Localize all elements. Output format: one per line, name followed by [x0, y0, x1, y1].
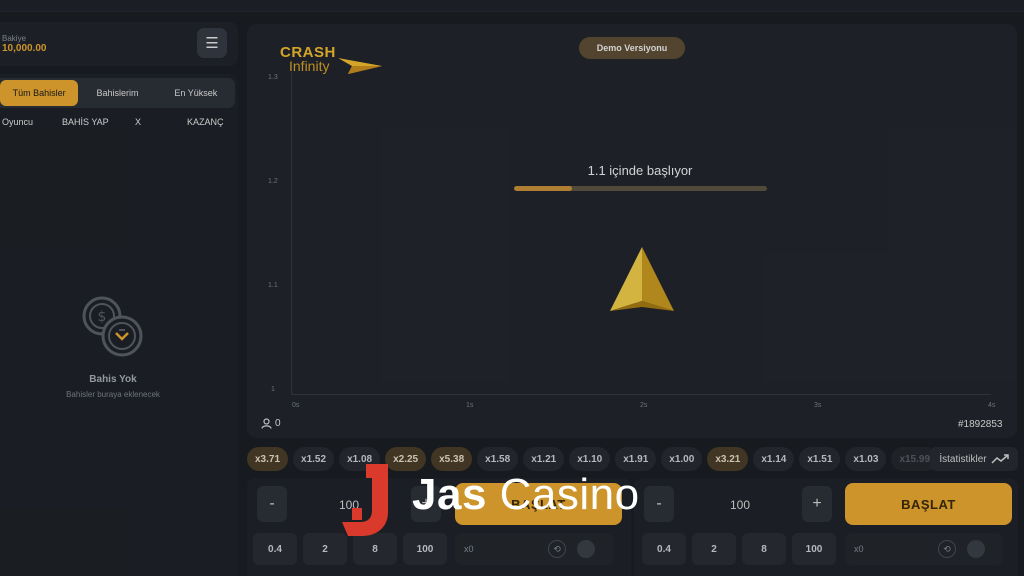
- preset-amount-button[interactable]: 0.4: [253, 533, 297, 565]
- crash-infinity-logo: CRASH Infinity: [280, 42, 390, 82]
- hamburger-icon: ☰: [205, 35, 219, 52]
- top-strip: [0, 0, 1024, 12]
- y-tick: 1: [271, 386, 275, 393]
- countdown-progress-fill: [514, 186, 573, 191]
- logo-infinity-text: Infinity: [289, 58, 330, 74]
- graph-y-axis: [291, 72, 292, 395]
- history-multiplier-chip: x1.03: [845, 447, 887, 471]
- bet-panel-2: - 100 + BAŞLAT 0.4 2 8 100 x0 ⟲: [634, 478, 1018, 576]
- demo-version-badge: Demo Versiyonu: [579, 37, 685, 59]
- history-multiplier-chip: x3.21: [707, 447, 749, 471]
- countdown-text: 1.1 içinde başlıyor: [587, 163, 693, 178]
- history-multiplier-chip: x1.14: [753, 447, 795, 471]
- decrease-bet-button[interactable]: -: [257, 486, 287, 522]
- tab-all-bets[interactable]: Tüm Bahisler: [0, 80, 79, 106]
- x-tick: 4s: [988, 402, 996, 409]
- svg-text:$: $: [98, 309, 107, 325]
- preset-amount-button[interactable]: 2: [692, 533, 736, 565]
- bets-panel: Tüm Bahisler Bahislerim En Yüksek Oyuncu…: [0, 74, 238, 576]
- x-tick: 2s: [640, 402, 648, 409]
- players-count: 0: [261, 418, 281, 429]
- refresh-icon[interactable]: ⟲: [548, 540, 566, 558]
- paper-plane-icon: [610, 247, 674, 311]
- jas-casino-logo-icon: [342, 464, 388, 536]
- watermark-text: Jas Casino: [412, 470, 640, 520]
- coins-icon: $: [82, 296, 143, 357]
- auto-cashout-value[interactable]: x0: [854, 544, 864, 554]
- balance-value: 10,000.00: [2, 43, 47, 54]
- bet-amount-input[interactable]: 100: [730, 498, 750, 512]
- players-count-value: 0: [275, 418, 281, 429]
- auto-cashout-toggle[interactable]: [577, 540, 595, 558]
- column-win: KAZANÇ: [187, 117, 224, 127]
- empty-bets-title: Bahis Yok: [89, 374, 137, 385]
- empty-bets-subtitle: Bahisler buraya eklenecek: [66, 390, 160, 399]
- x-tick: 3s: [814, 402, 822, 409]
- column-multiplier: X: [135, 117, 142, 127]
- x-tick: 0s: [292, 402, 300, 409]
- auto-cashout-value[interactable]: x0: [464, 544, 474, 554]
- balance-label: Bakiye: [2, 34, 27, 43]
- sidebar: Bakiye 10,000.00 ☰ Tüm Bahisler Bahisler…: [0, 22, 238, 576]
- watermark-brand-bold: Jas: [412, 470, 487, 519]
- column-player: Oyuncu: [2, 117, 34, 127]
- auto-cashout-toggle[interactable]: [967, 540, 985, 558]
- history-multiplier-chip: x3.71: [247, 447, 289, 471]
- auto-cashout-box: x0 ⟲: [845, 533, 1003, 565]
- tab-my-bets[interactable]: Bahislerim: [78, 78, 156, 108]
- history-multiplier-chip: x1.52: [293, 447, 335, 471]
- countdown-progress-bar: [514, 186, 767, 191]
- refresh-icon[interactable]: ⟲: [938, 540, 956, 558]
- logo-plane-icon: [338, 58, 382, 74]
- y-tick: 1.3: [268, 74, 278, 81]
- balance-box: Bakiye 10,000.00 ☰: [0, 22, 238, 66]
- y-tick: 1.2: [268, 178, 278, 185]
- jas-casino-watermark: Jas Casino: [338, 462, 688, 542]
- bets-tabs: Tüm Bahisler Bahislerim En Yüksek: [0, 78, 235, 108]
- preset-amount-button[interactable]: 8: [742, 533, 786, 565]
- user-icon: [261, 418, 272, 429]
- statistics-button[interactable]: İstatistikler: [930, 447, 1018, 471]
- x-tick: 1s: [466, 402, 474, 409]
- increase-bet-button[interactable]: +: [802, 486, 832, 522]
- statistics-label: İstatistikler: [939, 453, 987, 465]
- tab-top-bets[interactable]: En Yüksek: [157, 78, 235, 108]
- round-id: #1892853: [958, 419, 1003, 430]
- start-bet-button[interactable]: BAŞLAT: [845, 483, 1012, 525]
- menu-button[interactable]: ☰: [197, 28, 227, 58]
- watermark-brand-thin: Casino: [499, 470, 640, 519]
- history-multiplier-chip: x1.51: [799, 447, 841, 471]
- column-bet: BAHİS YAP: [62, 117, 109, 127]
- preset-amount-button[interactable]: 100: [792, 533, 836, 565]
- trend-up-icon: [991, 454, 1009, 464]
- game-area: CRASH Infinity Demo Versiyonu 1.3 1.2 1.…: [247, 24, 1017, 438]
- y-tick: 1.1: [268, 282, 278, 289]
- graph-x-axis: [291, 394, 991, 395]
